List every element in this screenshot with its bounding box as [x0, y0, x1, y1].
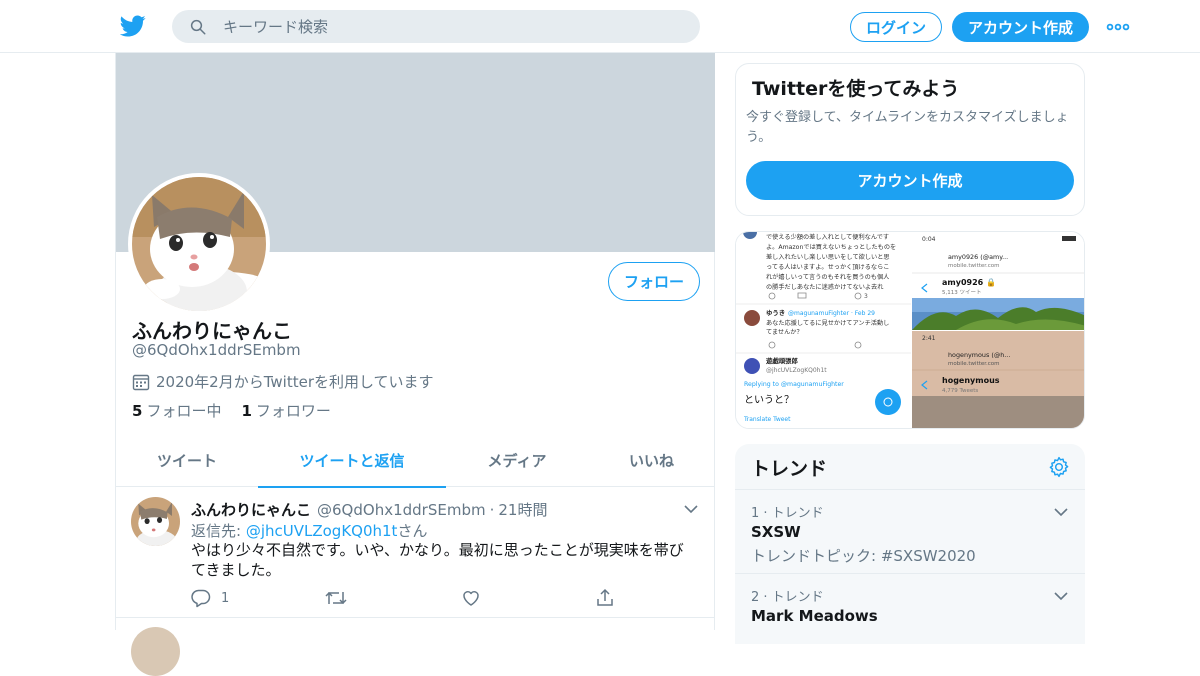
top-navbar: キーワード検索 ログイン アカウント作成 [0, 0, 1200, 53]
followers-link[interactable]: 1 フォロワー [241, 400, 330, 421]
tweet-avatar[interactable] [131, 497, 180, 546]
signup-card: Twitterを使ってみよう 今すぐ登録して、タイムラインをカスタマイズしましょ… [735, 63, 1085, 216]
media-left-line-2: 差し入れたいし楽しい思いをして欲しいと思 [766, 253, 890, 261]
profile-column: フォロー ふんわりにゃんこ @6QdOhx1ddrSEmbm 2020年2月から… [115, 53, 715, 676]
chevron-down-icon[interactable] [683, 501, 699, 517]
media-rb-url: mobile.twitter.com [948, 361, 1000, 367]
following-count: 5 [132, 402, 143, 420]
twitter-bird-icon[interactable] [120, 13, 146, 39]
joined-text: 2020年2月からTwitterを利用しています [156, 373, 434, 391]
retweet-icon [325, 591, 347, 605]
trend-meta: 1 · トレンド [751, 506, 824, 521]
login-button[interactable]: ログイン [850, 12, 942, 42]
trend-name: SXSW [751, 523, 801, 541]
trend-subtitle: トレンドトピック: #SXSW2020 [751, 547, 976, 565]
media-left-replying: Replying to @magunamuFighter [744, 380, 844, 388]
followers-label: フォロワー [255, 402, 331, 420]
following-link[interactable]: 5 フォロー中 [132, 400, 221, 421]
trends-panel: トレンド 1 · トレンド SXSW トレンドトピック: #SXSW2020 2… [735, 444, 1085, 644]
like-button[interactable] [461, 587, 491, 609]
tab-likes[interactable]: いいね [588, 433, 715, 487]
media-thumbnails: で使える少額の差し入れとして便利なんです よ。Amazonでは買えないちょっとし… [736, 232, 1084, 428]
trends-header: トレンド [735, 444, 1085, 490]
tweet-author-handle[interactable]: @6QdOhx1ddrSEmbm [317, 501, 486, 519]
media-grid[interactable]: で使える少額の差し入れとして便利なんです よ。Amazonでは買えないちょっとし… [735, 231, 1085, 429]
signup-card-title: Twitterを使ってみよう [752, 78, 960, 100]
media-rb-time: 2:41 [922, 335, 936, 342]
trends-title: トレンド [751, 458, 828, 480]
media-rb-profile-sub: 4,779 Tweets [942, 388, 978, 394]
chevron-down-icon[interactable] [1053, 504, 1069, 520]
follow-button[interactable]: フォロー [608, 262, 700, 301]
followers-count: 1 [241, 402, 252, 420]
tweet-item[interactable]: ふんわりにゃんこ @6QdOhx1ddrSEmbm · 21時間 返信先: @j… [116, 487, 715, 618]
media-left-big-text: というと？ [744, 394, 794, 406]
reply-icon [191, 589, 211, 608]
cat-photo-small [131, 497, 180, 546]
more-options-icon[interactable] [1106, 17, 1130, 37]
reply-count: 1 [221, 590, 230, 606]
tweet-actions: 1 [191, 587, 631, 609]
media-rt-profile-name: amy0926 🔒 [942, 278, 996, 287]
media-left-line-4: れが嬉しいって言うのもそれを買うのも個人 [766, 273, 889, 281]
profile-handle: @6QdOhx1ddrSEmbm [132, 341, 301, 359]
trend-item-2[interactable]: 2 · トレンド Mark Meadows [735, 574, 1085, 644]
trend-name: Mark Meadows [751, 607, 878, 625]
reply-suffix: さん [397, 522, 428, 540]
signup-card-description: 今すぐ登録して、タイムラインをカスタマイズしましょう。 [746, 110, 1069, 145]
media-left-reply-user: ゆうき [766, 308, 785, 317]
retweet-button[interactable] [325, 587, 357, 609]
media-rt-profile-sub: 5,113 ツイート [942, 290, 982, 296]
gear-icon[interactable] [1048, 456, 1070, 478]
media-left-reply-text-1: あなた応援してるに見せかけてアンチ活動し [766, 319, 889, 327]
profile-avatar[interactable] [128, 173, 270, 315]
media-left-line-1: よ。Amazonでは買えないちょっとしたものを [766, 244, 896, 251]
tweet-author-name[interactable]: ふんわりにゃんこ [191, 499, 311, 520]
reply-button[interactable]: 1 [191, 587, 229, 609]
media-rt-time: 0:04 [922, 236, 936, 243]
media-rb-url-title: hogenymous (@h... [948, 351, 1010, 359]
trend-meta: 2 · トレンド [751, 590, 824, 605]
reply-mention-link[interactable]: @jhcUVLZogKQ0h1t [246, 522, 398, 540]
media-left-translate: Translate Tweet [743, 416, 791, 423]
tweet-timestamp[interactable]: 21時間 [498, 499, 547, 520]
share-button[interactable] [595, 587, 625, 609]
tab-tweets-and-replies[interactable]: ツイートと返信 [258, 433, 446, 488]
follow-counts: 5 フォロー中 1 フォロワー [132, 400, 351, 421]
media-left-line-5: の勝手だしあなたに迷惑かけてないよ去れ [766, 283, 884, 291]
cat-photo [132, 177, 266, 311]
media-left-user2: 遊戯頑張郎 [766, 356, 799, 365]
media-left-user2-handle: @jhcUVLZogKQ0h1t [766, 367, 827, 374]
chevron-down-icon[interactable] [1053, 588, 1069, 604]
media-left-line-3: ってる人はいますよ。せっかく頂けるならこ [766, 264, 889, 271]
reply-context: 返信先: @jhcUVLZogKQ0h1tさん [191, 520, 427, 541]
trend-item-1[interactable]: 1 · トレンド SXSW トレンドトピック: #SXSW2020 [735, 490, 1085, 574]
signup-button[interactable]: アカウント作成 [952, 12, 1089, 42]
reply-prefix: 返信先: [191, 522, 246, 540]
media-rt-url: mobile.twitter.com [948, 263, 1000, 269]
search-icon [190, 19, 206, 34]
heart-icon [463, 591, 479, 606]
tab-tweets[interactable]: ツイート [116, 433, 258, 487]
share-icon [597, 588, 613, 606]
next-tweet-avatar[interactable] [131, 627, 180, 676]
media-rb-profile-name: hogenymous [942, 376, 1000, 385]
profile-display-name: ふんわりにゃんこ [132, 319, 292, 343]
media-left-reply-text-2: てませんか？ [766, 329, 803, 336]
signup-card-button[interactable]: アカウント作成 [746, 161, 1074, 200]
media-rt-url-title: amy0926 (@amy... [948, 253, 1008, 261]
tab-media[interactable]: メディア [446, 433, 588, 487]
media-left-like-count: 3 [864, 293, 868, 300]
profile-tabs: ツイート ツイートと返信 メディア いいね [116, 433, 715, 488]
following-label: フォロー中 [146, 402, 222, 420]
media-left-line-0: で使える少額の差し入れとして便利なんです [766, 233, 889, 241]
tweet-separator: · [489, 501, 495, 519]
calendar-icon [132, 374, 150, 390]
tweet-text: やはり少々不自然です。いや、かなり。最初に思ったことが現実味を帯びてきました。 [191, 541, 684, 579]
joined-date: 2020年2月からTwitterを利用しています [132, 371, 434, 392]
search-input[interactable]: キーワード検索 [223, 16, 328, 37]
search-bar[interactable]: キーワード検索 [172, 10, 700, 43]
tweet-header: ふんわりにゃんこ @6QdOhx1ddrSEmbm · 21時間 [191, 499, 547, 520]
media-left-reply-handle: @magunamuFighter · Feb 29 [788, 310, 875, 317]
